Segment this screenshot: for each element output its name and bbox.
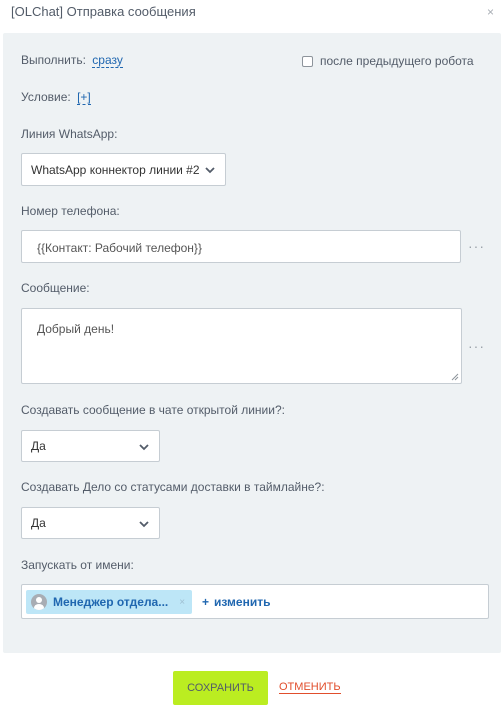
create-activity-select[interactable]: Да xyxy=(21,507,160,539)
message-textarea[interactable]: Добрый день! xyxy=(21,308,462,384)
run-as-label: Запускать от имени: xyxy=(21,558,134,572)
message-label: Сообщение: xyxy=(21,281,90,295)
condition-add-link[interactable]: [+] xyxy=(77,90,91,105)
user-tag-name: Менеджер отдела... xyxy=(53,595,169,609)
create-in-chat-value: Да xyxy=(31,439,46,453)
chevron-down-icon xyxy=(139,521,149,528)
plus-icon: + xyxy=(202,595,210,609)
remove-user-icon[interactable]: × xyxy=(179,597,185,608)
condition-label: Условие: xyxy=(21,90,71,104)
user-avatar-icon xyxy=(31,594,47,610)
dialog-title: [OLChat] Отправка сообщения xyxy=(11,4,196,19)
whatsapp-line-value: WhatsApp коннектор линии #2 xyxy=(31,162,200,177)
chevron-down-icon xyxy=(205,167,215,174)
create-activity-label: Создавать Дело со статусами доставки в т… xyxy=(21,480,325,494)
change-user-label: изменить xyxy=(214,595,271,609)
execute-value-link[interactable]: сразу xyxy=(92,53,123,68)
save-button[interactable]: СОХРАНИТЬ xyxy=(173,671,268,705)
resize-handle-icon[interactable] xyxy=(451,373,459,381)
whatsapp-line-label: Линия WhatsApp: xyxy=(21,127,118,141)
change-user-link[interactable]: + изменить xyxy=(202,595,271,609)
create-in-chat-select[interactable]: Да xyxy=(21,430,160,462)
create-activity-value: Да xyxy=(31,516,46,530)
message-value: Добрый день! xyxy=(37,322,115,336)
message-more-dots-icon[interactable]: ··· xyxy=(468,338,485,354)
phone-more-dots-icon[interactable]: ··· xyxy=(468,238,485,254)
run-as-field[interactable]: Менеджер отдела... × + изменить xyxy=(21,584,489,619)
phone-label: Номер телефона: xyxy=(21,204,120,218)
execute-label: Выполнить: xyxy=(21,53,86,67)
phone-input[interactable]: {{Контакт: Рабочий телефон}} xyxy=(21,230,461,263)
after-robot-label: после предыдущего робота xyxy=(320,54,474,68)
phone-value: {{Контакт: Рабочий телефон}} xyxy=(37,241,202,255)
dialog-header: [OLChat] Отправка сообщения × xyxy=(0,0,501,28)
cancel-button[interactable]: ОТМЕНИТЬ xyxy=(279,681,341,694)
whatsapp-line-select[interactable]: WhatsApp коннектор линии #2 xyxy=(21,153,226,186)
after-robot-checkbox-row[interactable]: после предыдущего робота xyxy=(302,54,474,68)
condition-row: Условие: [+] xyxy=(21,90,91,105)
execute-row: Выполнить: сразу xyxy=(21,53,123,68)
after-robot-checkbox[interactable] xyxy=(302,55,313,67)
close-icon[interactable]: × xyxy=(487,5,494,19)
user-tag: Менеджер отдела... × xyxy=(26,590,192,614)
create-in-chat-label: Создавать сообщение в чате открытой лини… xyxy=(21,403,285,417)
chevron-down-icon xyxy=(139,444,149,451)
